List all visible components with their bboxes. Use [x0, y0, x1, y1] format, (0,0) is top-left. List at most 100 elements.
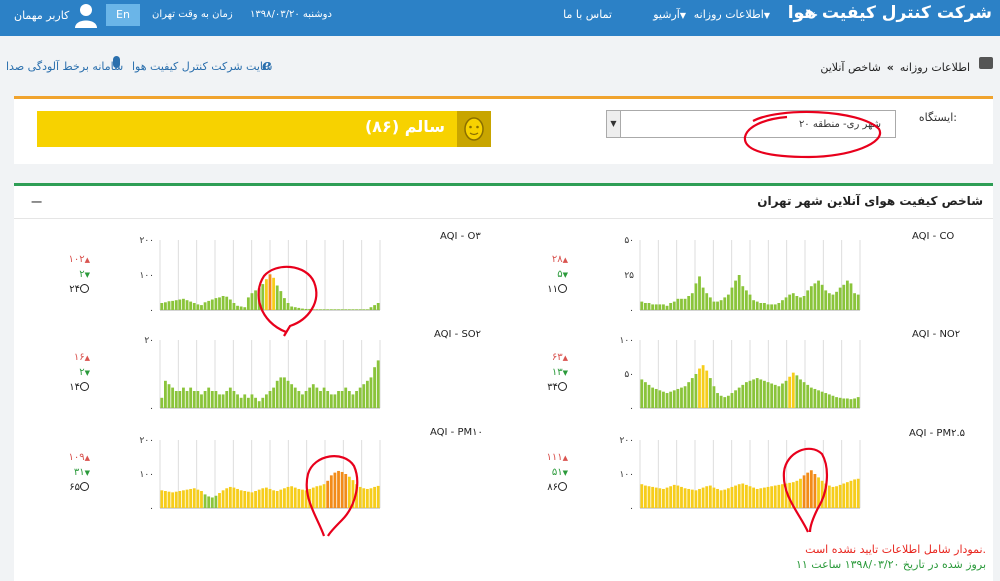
bar[interactable] [315, 387, 319, 408]
bar[interactable] [351, 480, 355, 508]
bar[interactable] [286, 380, 290, 408]
bar[interactable] [640, 301, 644, 310]
bar[interactable] [748, 486, 752, 508]
bar[interactable] [784, 380, 788, 408]
bar[interactable] [676, 298, 680, 310]
bar[interactable] [712, 386, 716, 408]
bar[interactable] [766, 486, 770, 508]
bar[interactable] [239, 397, 243, 408]
bar[interactable] [838, 484, 842, 508]
bar[interactable] [264, 487, 268, 508]
bar[interactable] [744, 290, 748, 310]
bar[interactable] [333, 309, 337, 310]
bar[interactable] [651, 387, 655, 408]
bar[interactable] [225, 488, 229, 508]
bar[interactable] [734, 485, 737, 508]
bar[interactable] [268, 488, 272, 508]
bar[interactable] [654, 388, 658, 408]
bar[interactable] [171, 387, 175, 408]
bar[interactable] [333, 472, 337, 508]
bar[interactable] [293, 307, 297, 310]
bar[interactable] [373, 367, 376, 408]
bar[interactable] [680, 486, 683, 508]
bar[interactable] [856, 294, 860, 310]
bar[interactable] [315, 309, 319, 310]
bar[interactable] [308, 488, 312, 508]
bar[interactable] [326, 309, 330, 310]
bar[interactable] [178, 391, 182, 408]
bar[interactable] [856, 478, 860, 508]
bar[interactable] [246, 397, 250, 408]
bar[interactable] [293, 387, 297, 408]
bar[interactable] [737, 387, 741, 408]
bar[interactable] [690, 378, 694, 408]
bar[interactable] [748, 294, 752, 310]
bar[interactable] [701, 365, 705, 408]
bar[interactable] [799, 297, 802, 310]
bar[interactable] [777, 303, 781, 310]
bar[interactable] [329, 475, 333, 508]
bar[interactable] [705, 293, 709, 310]
bar[interactable] [672, 484, 676, 508]
bar[interactable] [189, 387, 193, 408]
bar[interactable] [268, 274, 272, 310]
bar[interactable] [853, 479, 856, 508]
bar[interactable] [174, 300, 178, 310]
bar[interactable] [662, 488, 665, 508]
bar[interactable] [694, 490, 698, 508]
bar[interactable] [164, 302, 167, 310]
bar[interactable] [651, 486, 655, 508]
bar[interactable] [279, 291, 283, 310]
bar[interactable] [236, 488, 239, 508]
bar[interactable] [279, 489, 283, 508]
bar[interactable] [311, 487, 315, 508]
bar[interactable] [182, 387, 185, 408]
bar[interactable] [835, 397, 838, 408]
bar[interactable] [788, 482, 792, 508]
bar[interactable] [192, 488, 196, 508]
bar[interactable] [676, 388, 680, 408]
bar[interactable] [705, 370, 709, 408]
bar[interactable] [347, 391, 351, 408]
bar[interactable] [261, 488, 265, 508]
bar[interactable] [669, 391, 673, 408]
bar[interactable] [680, 298, 683, 310]
bar[interactable] [232, 303, 236, 310]
bar[interactable] [726, 395, 730, 408]
bar[interactable] [716, 301, 719, 310]
bar[interactable] [806, 290, 810, 310]
bar[interactable] [297, 488, 301, 508]
bar[interactable] [694, 283, 698, 310]
bar[interactable] [838, 287, 842, 310]
bar[interactable] [845, 398, 849, 408]
bar[interactable] [817, 477, 820, 508]
bar[interactable] [182, 298, 185, 310]
bar[interactable] [845, 280, 849, 310]
bar[interactable] [322, 387, 326, 408]
bar[interactable] [182, 490, 185, 508]
bar[interactable] [362, 384, 366, 408]
bar[interactable] [640, 379, 644, 408]
bar[interactable] [257, 489, 261, 508]
bar[interactable] [344, 309, 348, 310]
bar[interactable] [737, 275, 741, 310]
bar[interactable] [200, 305, 203, 310]
bar[interactable] [290, 306, 294, 311]
bar[interactable] [174, 491, 178, 508]
bar[interactable] [214, 495, 218, 508]
bar[interactable] [755, 378, 759, 408]
bar[interactable] [672, 301, 676, 310]
bar[interactable] [246, 297, 250, 310]
bar[interactable] [842, 483, 846, 508]
bar[interactable] [225, 296, 229, 310]
bar[interactable] [362, 488, 366, 508]
bar[interactable] [676, 485, 680, 508]
bar[interactable] [337, 309, 340, 310]
station-select[interactable]: شهر ری- منطقه ۲۰ ▼ [606, 110, 896, 138]
bar[interactable] [192, 303, 196, 310]
bar[interactable] [849, 283, 853, 310]
bar[interactable] [813, 474, 817, 508]
bar[interactable] [662, 304, 665, 310]
bar[interactable] [319, 391, 322, 408]
bar[interactable] [304, 308, 308, 310]
